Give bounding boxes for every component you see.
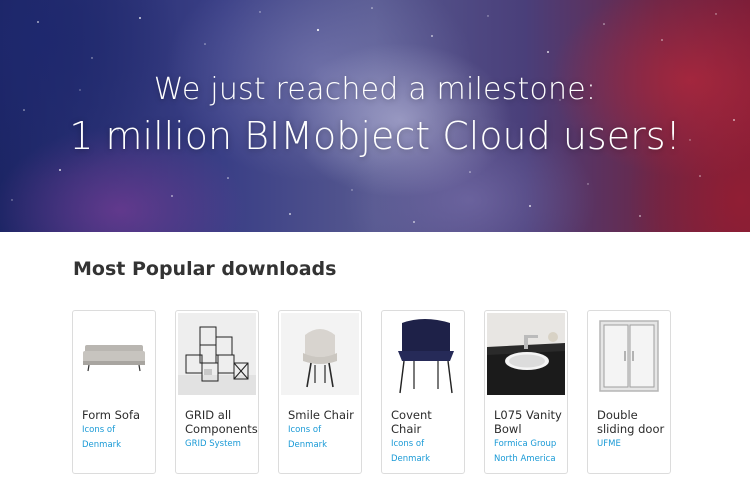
sliding-door-image[interactable] xyxy=(590,313,668,395)
product-name[interactable]: GRID all Components GRID System xyxy=(185,408,258,452)
product-name[interactable]: Double sliding door UFME xyxy=(597,408,669,452)
product-card[interactable]: Smile Chair Icons of Denmark xyxy=(278,310,362,474)
product-brand-link[interactable]: UFME xyxy=(597,437,669,452)
chair-image[interactable] xyxy=(281,313,359,395)
product-brand-link[interactable]: Icons of Denmark xyxy=(82,423,154,453)
product-name[interactable]: Form Sofa Icons of Denmark xyxy=(82,408,154,453)
section-title: Most Popular downloads xyxy=(73,258,337,280)
vanity-bowl-image[interactable] xyxy=(487,313,565,395)
grid-shelving-image[interactable] xyxy=(178,313,256,395)
product-name[interactable]: L075 Vanity Bowl Formica Group North Ame… xyxy=(494,408,566,467)
hero-heading: We just reached a milestone: xyxy=(153,72,597,107)
product-card[interactable]: GRID all Components GRID System xyxy=(175,310,259,474)
product-card[interactable]: Double sliding door UFME xyxy=(587,310,671,474)
product-brand-link[interactable]: GRID System xyxy=(185,437,257,452)
product-card[interactable]: Covent Chair Icons of Denmark xyxy=(381,310,465,474)
product-card[interactable]: L075 Vanity Bowl Formica Group North Ame… xyxy=(484,310,568,474)
product-name[interactable]: Smile Chair Icons of Denmark xyxy=(288,408,360,453)
hero-banner[interactable]: We just reached a milestone: 1 million B… xyxy=(0,0,750,232)
product-brand-link[interactable]: Formica Group North America xyxy=(494,437,566,467)
hero-subheading: 1 million BIMobject Cloud users! xyxy=(69,114,681,158)
chair-image[interactable] xyxy=(384,313,462,395)
product-name[interactable]: Covent Chair Icons of Denmark xyxy=(391,408,463,467)
product-brand-link[interactable]: Icons of Denmark xyxy=(391,437,463,467)
sofa-image[interactable] xyxy=(75,313,153,395)
product-card[interactable]: Form Sofa Icons of Denmark xyxy=(72,310,156,474)
product-list: Form Sofa Icons of Denmark GRID all Comp… xyxy=(72,310,671,474)
product-brand-link[interactable]: Icons of Denmark xyxy=(288,423,360,453)
